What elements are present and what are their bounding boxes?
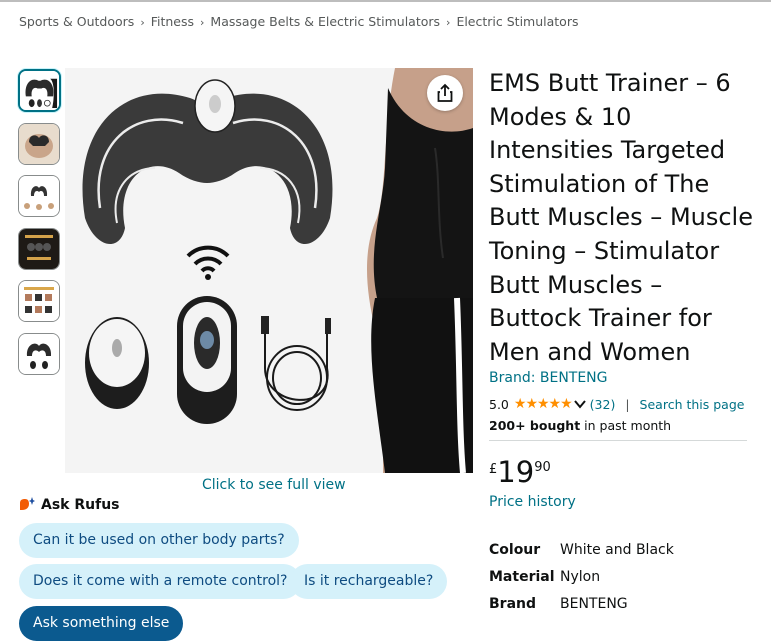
share-button[interactable] (427, 75, 463, 111)
ask-rufus-heading: Ask Rufus (19, 497, 120, 513)
spec-key: Material (489, 568, 555, 585)
bought-in-past-month: 200+ bought in past month (489, 418, 671, 433)
thumbnail-5[interactable] (18, 280, 60, 322)
divider: | (625, 396, 630, 412)
product-photo (65, 68, 473, 473)
price-history-link[interactable]: Price history (489, 494, 576, 510)
spec-key: Brand (489, 595, 537, 612)
product-thumbnail-image (19, 123, 59, 164)
product-thumbnail-image (20, 71, 59, 110)
price-whole: 19 (497, 455, 535, 489)
share-icon (437, 83, 453, 102)
thumbnail-4[interactable] (18, 227, 60, 270)
breadcrumb-item-electric-stimulators[interactable]: Electric Stimulators (456, 14, 578, 29)
chevron-down-icon[interactable] (573, 399, 586, 409)
star-rating[interactable]: ★★★★★ (514, 396, 573, 412)
rufus-suggestion-chip[interactable]: Is it rechargeable? (290, 564, 448, 599)
spec-value: BENTENG (560, 595, 628, 612)
spec-row: Material Nylon (489, 563, 674, 590)
product-title: EMS Butt Trainer – 6 Modes & 10 Intensit… (489, 69, 753, 366)
price-currency: £ (489, 462, 498, 477)
product-thumbnail-image (19, 228, 59, 269)
product-specs: Colour White and Black Material Nylon Br… (489, 536, 674, 617)
rufus-icon (20, 497, 35, 510)
full-view-link[interactable]: Click to see full view (202, 477, 346, 493)
breadcrumb-separator: › (140, 16, 145, 29)
main-product-image[interactable] (65, 68, 473, 473)
price-fraction: 90 (534, 460, 551, 475)
spec-value: White and Black (560, 541, 674, 558)
breadcrumb-item-fitness[interactable]: Fitness (151, 14, 194, 29)
thumbnail-1[interactable] (18, 69, 61, 112)
ask-something-else-button[interactable]: Ask something else (19, 606, 184, 641)
product-thumbnail-image (19, 333, 59, 374)
ask-rufus-label: Ask Rufus (41, 497, 120, 513)
thumbnail-6[interactable] (18, 332, 60, 375)
spec-value: Nylon (560, 568, 601, 585)
thumbnail-2[interactable] (18, 122, 60, 165)
breadcrumb-separator: › (200, 16, 205, 29)
rufus-suggestion-chip[interactable]: Does it come with a remote control? (19, 564, 302, 599)
section-divider (489, 440, 747, 441)
rating-count-link[interactable]: (32) (590, 397, 616, 412)
bought-period: in past month (580, 418, 672, 433)
thumbnail-3[interactable] (18, 175, 60, 217)
price: £ 19 90 (489, 456, 551, 488)
product-thumbnail-image (19, 281, 59, 321)
rating-value: 5.0 (489, 396, 509, 412)
breadcrumb-item-massage-belts[interactable]: Massage Belts & Electric Stimulators (210, 14, 440, 29)
spec-key: Colour (489, 541, 541, 558)
brand-link[interactable]: Brand: BENTENG (489, 370, 608, 386)
rating-row: 5.0 ★★★★★ (32) | Search this page (489, 396, 744, 412)
search-this-page-link[interactable]: Search this page (640, 397, 745, 412)
thumbnail-list (18, 69, 62, 385)
top-border (0, 0, 771, 2)
product-thumbnail-image (19, 176, 59, 216)
spec-row: Brand BENTENG (489, 590, 674, 617)
bought-count: 200+ bought (489, 418, 581, 433)
rufus-suggestion-chip[interactable]: Can it be used on other body parts? (19, 523, 299, 558)
breadcrumb-item-sports[interactable]: Sports & Outdoors (19, 14, 134, 29)
breadcrumb-separator: › (446, 16, 451, 29)
breadcrumb: Sports & Outdoors › Fitness › Massage Belts … (19, 14, 578, 29)
spec-row: Colour White and Black (489, 536, 674, 563)
